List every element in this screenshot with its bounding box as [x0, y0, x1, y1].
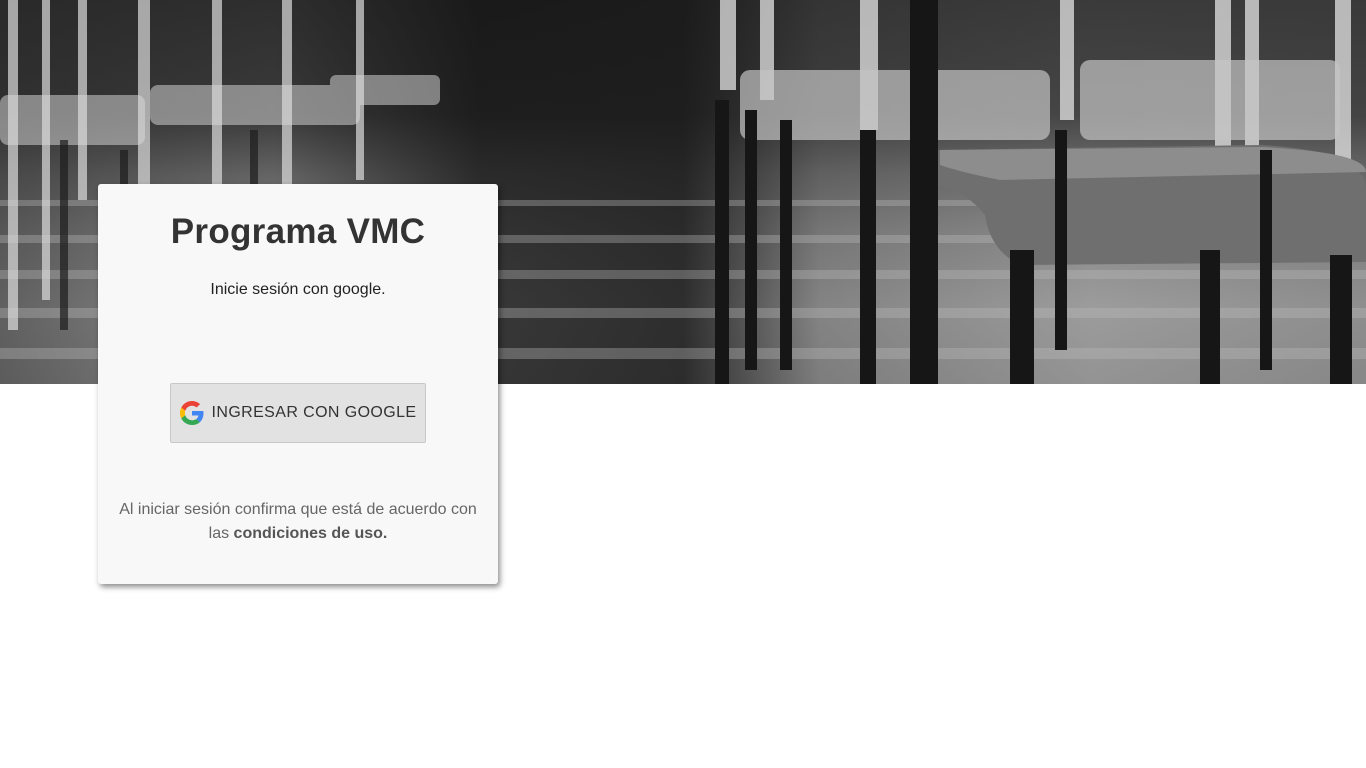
login-card: Programa VMC Inicie sesión con google. I…: [98, 184, 498, 584]
google-login-button[interactable]: INGRESAR CON GOOGLE: [170, 383, 426, 443]
login-instructions: Inicie sesión con google.: [210, 281, 386, 298]
terms-notice: Al iniciar sesión confirma que está de a…: [108, 498, 488, 546]
page-title: Programa VMC: [170, 212, 426, 251]
login-page: Programa VMC Inicie sesión con google. I…: [0, 0, 1366, 768]
terms-link[interactable]: condiciones de uso.: [234, 525, 388, 542]
google-icon: [179, 401, 204, 425]
google-login-label: INGRESAR CON GOOGLE: [211, 404, 417, 421]
